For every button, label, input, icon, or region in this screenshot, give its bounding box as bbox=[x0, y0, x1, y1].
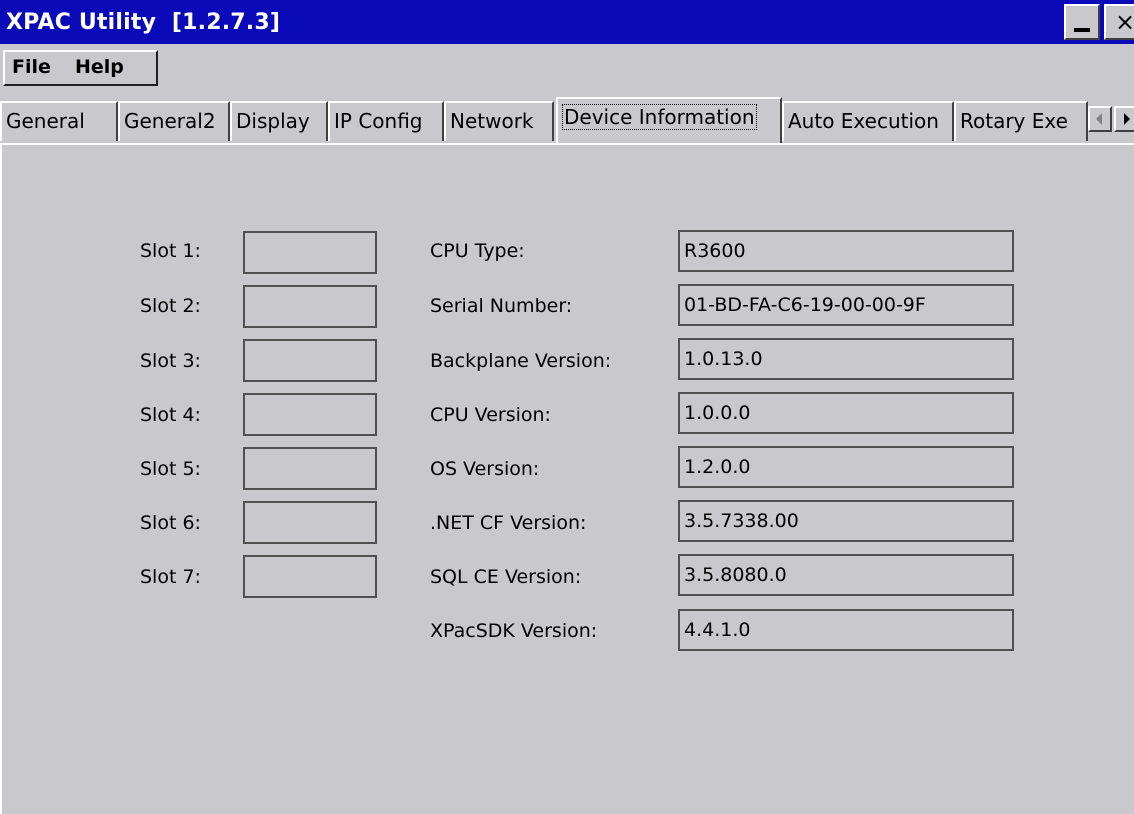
tab-ip-config[interactable]: IP Config bbox=[328, 101, 444, 141]
slot-5-label: Slot 5: bbox=[140, 458, 201, 480]
menu-help[interactable]: Help bbox=[75, 56, 124, 78]
tab-label: General bbox=[6, 109, 85, 133]
minimize-icon bbox=[1074, 28, 1090, 32]
backplane-version-label: Backplane Version: bbox=[430, 350, 612, 372]
xpacsdk-version-field: 4.4.1.0 bbox=[678, 609, 1014, 651]
cpu-version-label: CPU Version: bbox=[430, 404, 551, 426]
tab-general[interactable]: General bbox=[0, 101, 118, 141]
tab-label: Network bbox=[450, 109, 534, 133]
tab-label: Device Information bbox=[562, 104, 757, 130]
slot-6-label: Slot 6: bbox=[140, 512, 201, 534]
close-icon: × bbox=[1115, 8, 1134, 36]
tab-device-information[interactable]: Device Information bbox=[556, 97, 782, 143]
os-version-label: OS Version: bbox=[430, 458, 540, 480]
slot-2-label: Slot 2: bbox=[140, 295, 201, 317]
tab-label: Auto Execution bbox=[788, 109, 939, 133]
slot-5-field bbox=[243, 447, 377, 490]
slot-7-label: Slot 7: bbox=[140, 566, 201, 588]
tab-scroll-left-button[interactable] bbox=[1088, 106, 1112, 132]
tab-display[interactable]: Display bbox=[230, 101, 328, 141]
title-bar: XPAC Utility [1.2.7.3] × bbox=[0, 0, 1134, 44]
slot-2-field bbox=[243, 285, 377, 328]
arrow-right-icon bbox=[1124, 113, 1130, 125]
menu-file[interactable]: File bbox=[12, 56, 51, 78]
menu-bar: File Help bbox=[0, 44, 1134, 90]
tab-auto-execution[interactable]: Auto Execution bbox=[782, 101, 954, 141]
tab-scroll-right-button[interactable] bbox=[1114, 106, 1134, 132]
tab-label: Rotary Exe bbox=[960, 109, 1068, 133]
cpu-type-field: R3600 bbox=[678, 230, 1014, 272]
tab-label: General2 bbox=[124, 109, 216, 133]
slot-3-label: Slot 3: bbox=[140, 350, 201, 372]
slot-7-field bbox=[243, 555, 377, 598]
tab-label: Display bbox=[236, 109, 310, 133]
slot-1-field bbox=[243, 231, 377, 274]
minimize-button[interactable] bbox=[1064, 4, 1100, 40]
slot-4-field bbox=[243, 393, 377, 436]
close-button[interactable]: × bbox=[1104, 4, 1134, 40]
netcf-version-label: .NET CF Version: bbox=[430, 512, 587, 534]
tab-rotary-execution[interactable]: Rotary Exe bbox=[954, 101, 1088, 141]
tab-strip: General General2 Display IP Config Netwo… bbox=[0, 95, 1134, 143]
serial-number-field: 01-BD-FA-C6-19-00-00-9F bbox=[678, 284, 1014, 326]
netcf-version-field: 3.5.7338.00 bbox=[678, 500, 1014, 542]
slot-1-label: Slot 1: bbox=[140, 240, 201, 262]
slot-4-label: Slot 4: bbox=[140, 404, 201, 426]
tab-label: IP Config bbox=[334, 109, 423, 133]
xpacsdk-version-label: XPacSDK Version: bbox=[430, 620, 598, 642]
menu-container: File Help bbox=[3, 50, 158, 86]
serial-number-label: Serial Number: bbox=[430, 295, 573, 317]
tab-network[interactable]: Network bbox=[444, 101, 554, 141]
slot-6-field bbox=[243, 501, 377, 544]
cpu-version-field: 1.0.0.0 bbox=[678, 392, 1014, 434]
sqlce-version-field: 3.5.8080.0 bbox=[678, 554, 1014, 596]
panel-left-border bbox=[0, 145, 2, 814]
backplane-version-field: 1.0.13.0 bbox=[678, 338, 1014, 380]
window-title: XPAC Utility [1.2.7.3] bbox=[6, 10, 281, 35]
tab-general2[interactable]: General2 bbox=[118, 101, 230, 141]
slot-3-field bbox=[243, 339, 377, 382]
sqlce-version-label: SQL CE Version: bbox=[430, 566, 582, 588]
tab-panel-border bbox=[0, 143, 1134, 145]
cpu-type-label: CPU Type: bbox=[430, 240, 525, 262]
arrow-left-icon bbox=[1096, 113, 1102, 125]
os-version-field: 1.2.0.0 bbox=[678, 446, 1014, 488]
